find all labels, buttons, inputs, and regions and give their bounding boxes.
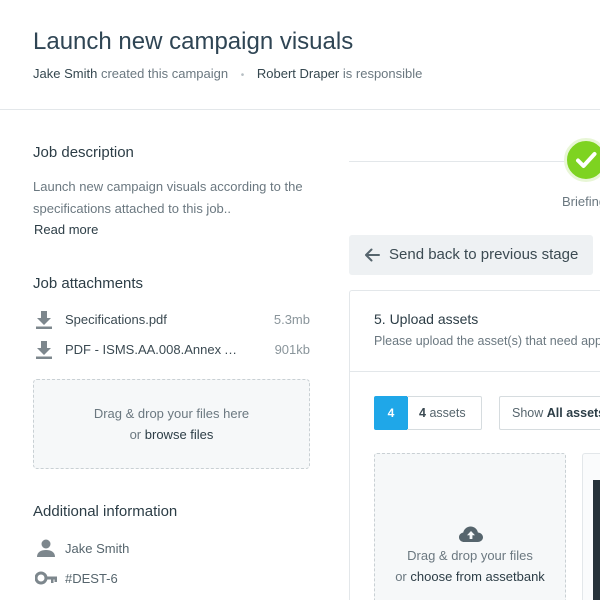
person-icon (37, 539, 55, 557)
meta-separator: • (240, 70, 245, 81)
arrow-left-icon (365, 248, 380, 262)
dropzone-or: or (395, 569, 407, 584)
info-key-text: #DEST-6 (65, 571, 118, 586)
asset-count-badge[interactable]: 4 (374, 396, 408, 430)
download-icon[interactable] (36, 341, 52, 359)
asset-upload-dropzone[interactable]: Drag & drop your files or choose from as… (374, 453, 566, 600)
show-filter-prefix: Show (512, 406, 544, 420)
info-owner-text: Jake Smith (65, 541, 130, 556)
attachment-dropzone[interactable]: Drag & drop your files here or browse fi… (33, 379, 310, 469)
attachment-item[interactable]: PDF - ISMS.AA.008.Annex A - Information … (33, 340, 310, 360)
attachment-name[interactable]: Specifications.pdf (65, 312, 240, 327)
asset-count-word: assets (429, 406, 466, 420)
stage-progress-line (349, 161, 579, 162)
show-filter-button[interactable]: Show All assets (499, 396, 600, 430)
upload-panel-subtitle: Please upload the asset(s) that need app… (374, 334, 600, 348)
creator-name[interactable]: Jake Smith (33, 66, 97, 81)
job-description-text: Launch new campaign visuals according to… (33, 179, 303, 216)
responsible-name[interactable]: Robert Draper (257, 66, 339, 81)
attachment-size: 901kb (274, 342, 310, 357)
campaign-meta: Jake Smith created this campaign • Rober… (33, 66, 422, 81)
show-filter-value: All assets (546, 406, 600, 420)
job-description-heading: Job description (33, 144, 134, 161)
additional-information-heading: Additional information (33, 503, 178, 520)
campaign-header: Launch new campaign visuals Jake Smith c… (0, 0, 600, 110)
dropzone-instruction: Drag & drop your files here (93, 406, 250, 421)
page-title: Launch new campaign visuals (33, 28, 354, 55)
asset-thumbnail-image (593, 480, 600, 600)
dropzone-text: Drag & drop your files or choose from as… (375, 545, 565, 587)
dropzone-or: or (129, 427, 142, 442)
asset-count-number: 4 (419, 406, 426, 420)
choose-from-assetbank-link[interactable]: choose from assetbank (410, 569, 544, 584)
responsible-text: is responsible (342, 66, 423, 81)
stage-complete-badge[interactable] (564, 138, 600, 182)
asset-count-label[interactable]: 4 assets (407, 396, 482, 430)
dropzone-instruction: Drag & drop your files (407, 548, 533, 563)
workflow-column: Briefing Send back to previous stage 5. … (349, 110, 600, 600)
job-attachments-heading: Job attachments (33, 275, 144, 292)
dropzone-secondary: or browse files (34, 424, 309, 445)
browse-files-link[interactable]: browse files (145, 427, 214, 442)
send-back-button[interactable]: Send back to previous stage (349, 235, 593, 275)
check-icon (576, 152, 597, 168)
attachment-size: 5.3mb (273, 312, 310, 327)
upload-panel-header: 5. Upload assets Please upload the asset… (350, 291, 600, 372)
cloud-upload-icon (459, 526, 483, 542)
attachment-name[interactable]: PDF - ISMS.AA.008.Annex A - Information … (65, 342, 240, 357)
send-back-label: Send back to previous stage (389, 246, 579, 263)
asset-thumbnail[interactable] (582, 453, 600, 600)
upload-panel-title: 5. Upload assets (374, 311, 479, 327)
download-icon[interactable] (36, 311, 52, 329)
read-more-link[interactable]: Read more (34, 222, 98, 237)
attachment-item[interactable]: Specifications.pdf 5.3mb (33, 310, 310, 330)
stage-label: Briefing (562, 194, 600, 209)
dropzone-secondary: or choose from assetbank (375, 566, 565, 587)
upload-assets-panel: 5. Upload assets Please upload the asset… (349, 290, 600, 600)
created-text: created this campaign (100, 66, 229, 81)
key-icon (35, 571, 57, 585)
